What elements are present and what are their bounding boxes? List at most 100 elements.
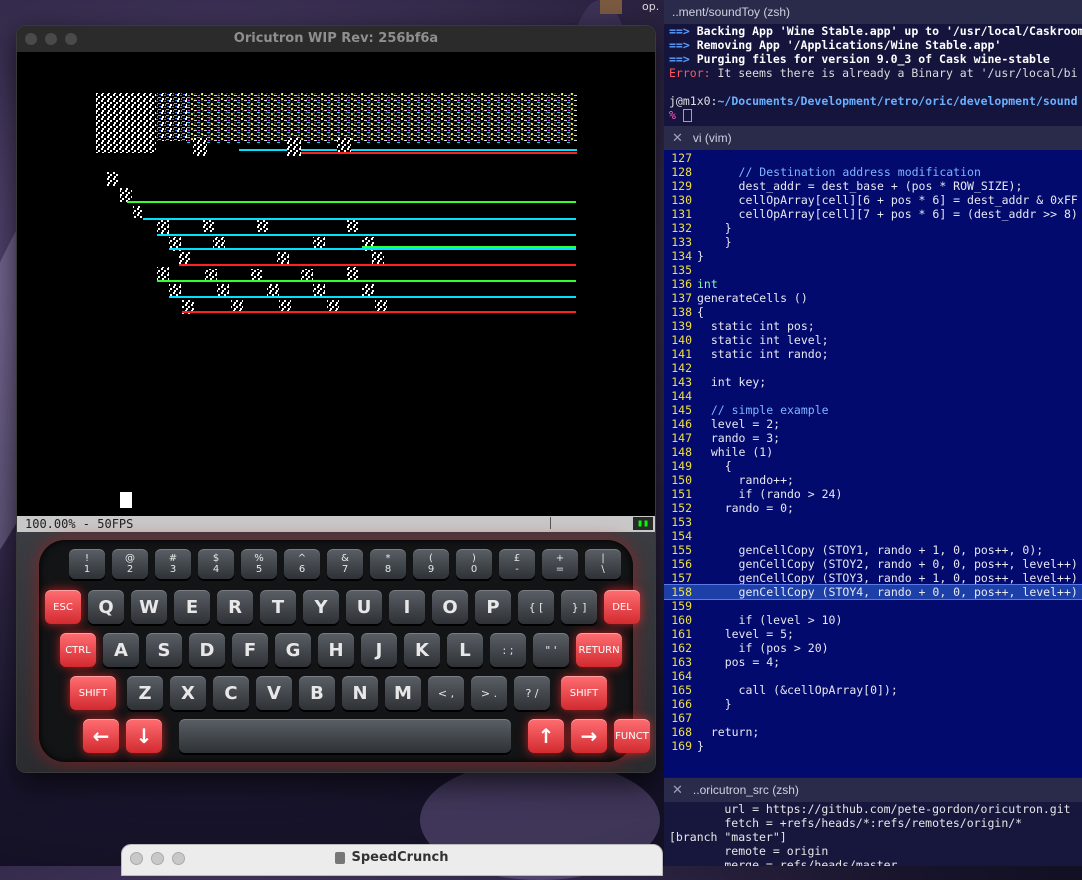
minimize-window-button[interactable]	[45, 33, 57, 45]
key-symbol[interactable]: ? /	[514, 676, 550, 710]
key-s[interactable]: S	[146, 633, 182, 667]
code-line[interactable]: 144	[664, 389, 1082, 403]
code-line[interactable]: 164	[664, 669, 1082, 683]
oricutron-titlebar[interactable]: Oricutron WIP Rev: 256bf6a	[17, 26, 655, 52]
code-line[interactable]: 165 call (&cellOpArray[0]);	[664, 683, 1082, 697]
key-e[interactable]: E	[174, 590, 210, 624]
key-c[interactable]: C	[213, 676, 249, 710]
close-window-button[interactable]	[130, 852, 143, 865]
key-del[interactable]: DEL	[604, 590, 640, 624]
key-t[interactable]: T	[260, 590, 296, 624]
key-u[interactable]: U	[346, 590, 382, 624]
key-symbol[interactable]: { [	[518, 590, 554, 624]
iterm-window[interactable]: ..ment/soundToy (zsh) ==> Backing App 'W…	[664, 0, 1082, 866]
key-d[interactable]: D	[189, 633, 225, 667]
key-p[interactable]: P	[475, 590, 511, 624]
code-line[interactable]: 156 genCellCopy (STOY2, rando + 0, 0, po…	[664, 557, 1082, 571]
close-window-button[interactable]	[25, 33, 37, 45]
zoom-window-button[interactable]	[172, 852, 185, 865]
key-v[interactable]: V	[256, 676, 292, 710]
key-x[interactable]: X	[170, 676, 206, 710]
key-f[interactable]: F	[232, 633, 268, 667]
prompt-input-line[interactable]: %	[664, 108, 1082, 122]
key-q[interactable]: Q	[88, 590, 124, 624]
code-line[interactable]: 132 }	[664, 221, 1082, 235]
code-line[interactable]: 161 level = 5;	[664, 627, 1082, 641]
code-line[interactable]: 152 rando = 0;	[664, 501, 1082, 515]
key-ctrl[interactable]: CTRL	[60, 633, 96, 667]
code-line[interactable]: 169}	[664, 739, 1082, 753]
key-k[interactable]: K	[404, 633, 440, 667]
key-symbol[interactable]: + =	[542, 549, 578, 579]
key-arrow-down[interactable]: ↓	[126, 719, 162, 753]
oric-emulator-screen[interactable]	[17, 52, 655, 516]
key-esc[interactable]: ESC	[45, 590, 81, 624]
key-symbol[interactable]: " '	[533, 633, 569, 667]
code-line[interactable]: 142	[664, 361, 1082, 375]
key-3[interactable]: #3	[155, 549, 191, 579]
key-o[interactable]: O	[432, 590, 468, 624]
vim-cursor-line[interactable]: 158 genCellCopy (STOY4, rando + 0, 0, po…	[664, 584, 1082, 600]
code-line[interactable]: 166 }	[664, 697, 1082, 711]
code-line[interactable]: 162 if (pos > 20)	[664, 641, 1082, 655]
key-y[interactable]: Y	[303, 590, 339, 624]
code-line[interactable]: 154	[664, 529, 1082, 543]
code-line[interactable]: 153	[664, 515, 1082, 529]
code-line[interactable]: 146 level = 2;	[664, 417, 1082, 431]
key-z[interactable]: Z	[127, 676, 163, 710]
key-backslash[interactable]: | \	[585, 549, 621, 579]
code-line[interactable]: 147 rando = 3;	[664, 431, 1082, 445]
top-pane-header[interactable]: ..ment/soundToy (zsh)	[664, 0, 1082, 24]
code-line[interactable]: 163 pos = 4;	[664, 655, 1082, 669]
code-line[interactable]: 136 int	[664, 277, 1082, 291]
key-return[interactable]: RETURN	[576, 633, 622, 667]
code-line[interactable]: 167	[664, 711, 1082, 725]
key-l[interactable]: L	[447, 633, 483, 667]
key-b[interactable]: B	[299, 676, 335, 710]
code-line[interactable]: 130 cellOpArray[cell][6 + pos * 6] = des…	[664, 193, 1082, 207]
key-4[interactable]: $4	[198, 549, 234, 579]
vim-pane-header[interactable]: ✕ vi (vim)	[664, 126, 1082, 150]
key-shift[interactable]: SHIFT	[70, 676, 116, 710]
key-funct[interactable]: FUNCT	[614, 719, 650, 753]
code-line[interactable]: 127	[664, 151, 1082, 165]
key-symbol[interactable]: : ;	[490, 633, 526, 667]
key-0[interactable]: ) 0	[456, 549, 492, 579]
code-line[interactable]: 151 if (rando > 24)	[664, 487, 1082, 501]
key-arrow-right[interactable]: →	[571, 719, 607, 753]
key-space[interactable]	[179, 719, 511, 753]
key-8[interactable]: * 8	[370, 549, 406, 579]
code-line[interactable]: 157 genCellCopy (STOY3, rando + 1, 0, po…	[664, 571, 1082, 585]
key-symbol[interactable]: £ -	[499, 549, 535, 579]
code-line[interactable]: 168 return;	[664, 725, 1082, 739]
close-pane-icon[interactable]: ✕	[672, 130, 683, 145]
speedcrunch-window[interactable]: SpeedCrunch	[121, 844, 663, 876]
key-9[interactable]: (9	[413, 549, 449, 579]
code-line[interactable]: 148 while (1)	[664, 445, 1082, 459]
key-symbol[interactable]: } ]	[561, 590, 597, 624]
key-2[interactable]: @2	[112, 549, 148, 579]
code-line[interactable]: 145 // simple example	[664, 403, 1082, 417]
code-line[interactable]: 134}	[664, 249, 1082, 263]
key-symbol[interactable]: > .	[471, 676, 507, 710]
code-line[interactable]: 133 }	[664, 235, 1082, 249]
code-line[interactable]: 138 {	[664, 305, 1082, 319]
key-1[interactable]: ! 1	[69, 549, 105, 579]
code-line[interactable]: 150 rando++;	[664, 473, 1082, 487]
shell-pane[interactable]: ✕ ..oricutron_src (zsh) url = https://git…	[664, 778, 1082, 866]
key-5[interactable]: % 5	[241, 549, 277, 579]
key-n[interactable]: N	[342, 676, 378, 710]
minimize-window-button[interactable]	[151, 852, 164, 865]
code-line[interactable]: 149 {	[664, 459, 1082, 473]
vim-pane[interactable]: ✕ vi (vim) 127 128 // Destination address …	[664, 126, 1082, 777]
key-6[interactable]: ^ 6	[284, 549, 320, 579]
code-line[interactable]: 140 static int level;	[664, 333, 1082, 347]
key-shift[interactable]: SHIFT	[561, 676, 607, 710]
code-line[interactable]: 137 generateCells ()	[664, 291, 1082, 305]
code-line[interactable]: 131 cellOpArray[cell][7 + pos * 6] = (de…	[664, 207, 1082, 221]
code-line[interactable]: 155 genCellCopy (STOY1, rando + 1, 0, po…	[664, 543, 1082, 557]
key-arrow-left[interactable]: ←	[83, 719, 119, 753]
code-line[interactable]: 128 // Destination address modification	[664, 165, 1082, 179]
key-g[interactable]: G	[275, 633, 311, 667]
code-line[interactable]: 135	[664, 263, 1082, 277]
